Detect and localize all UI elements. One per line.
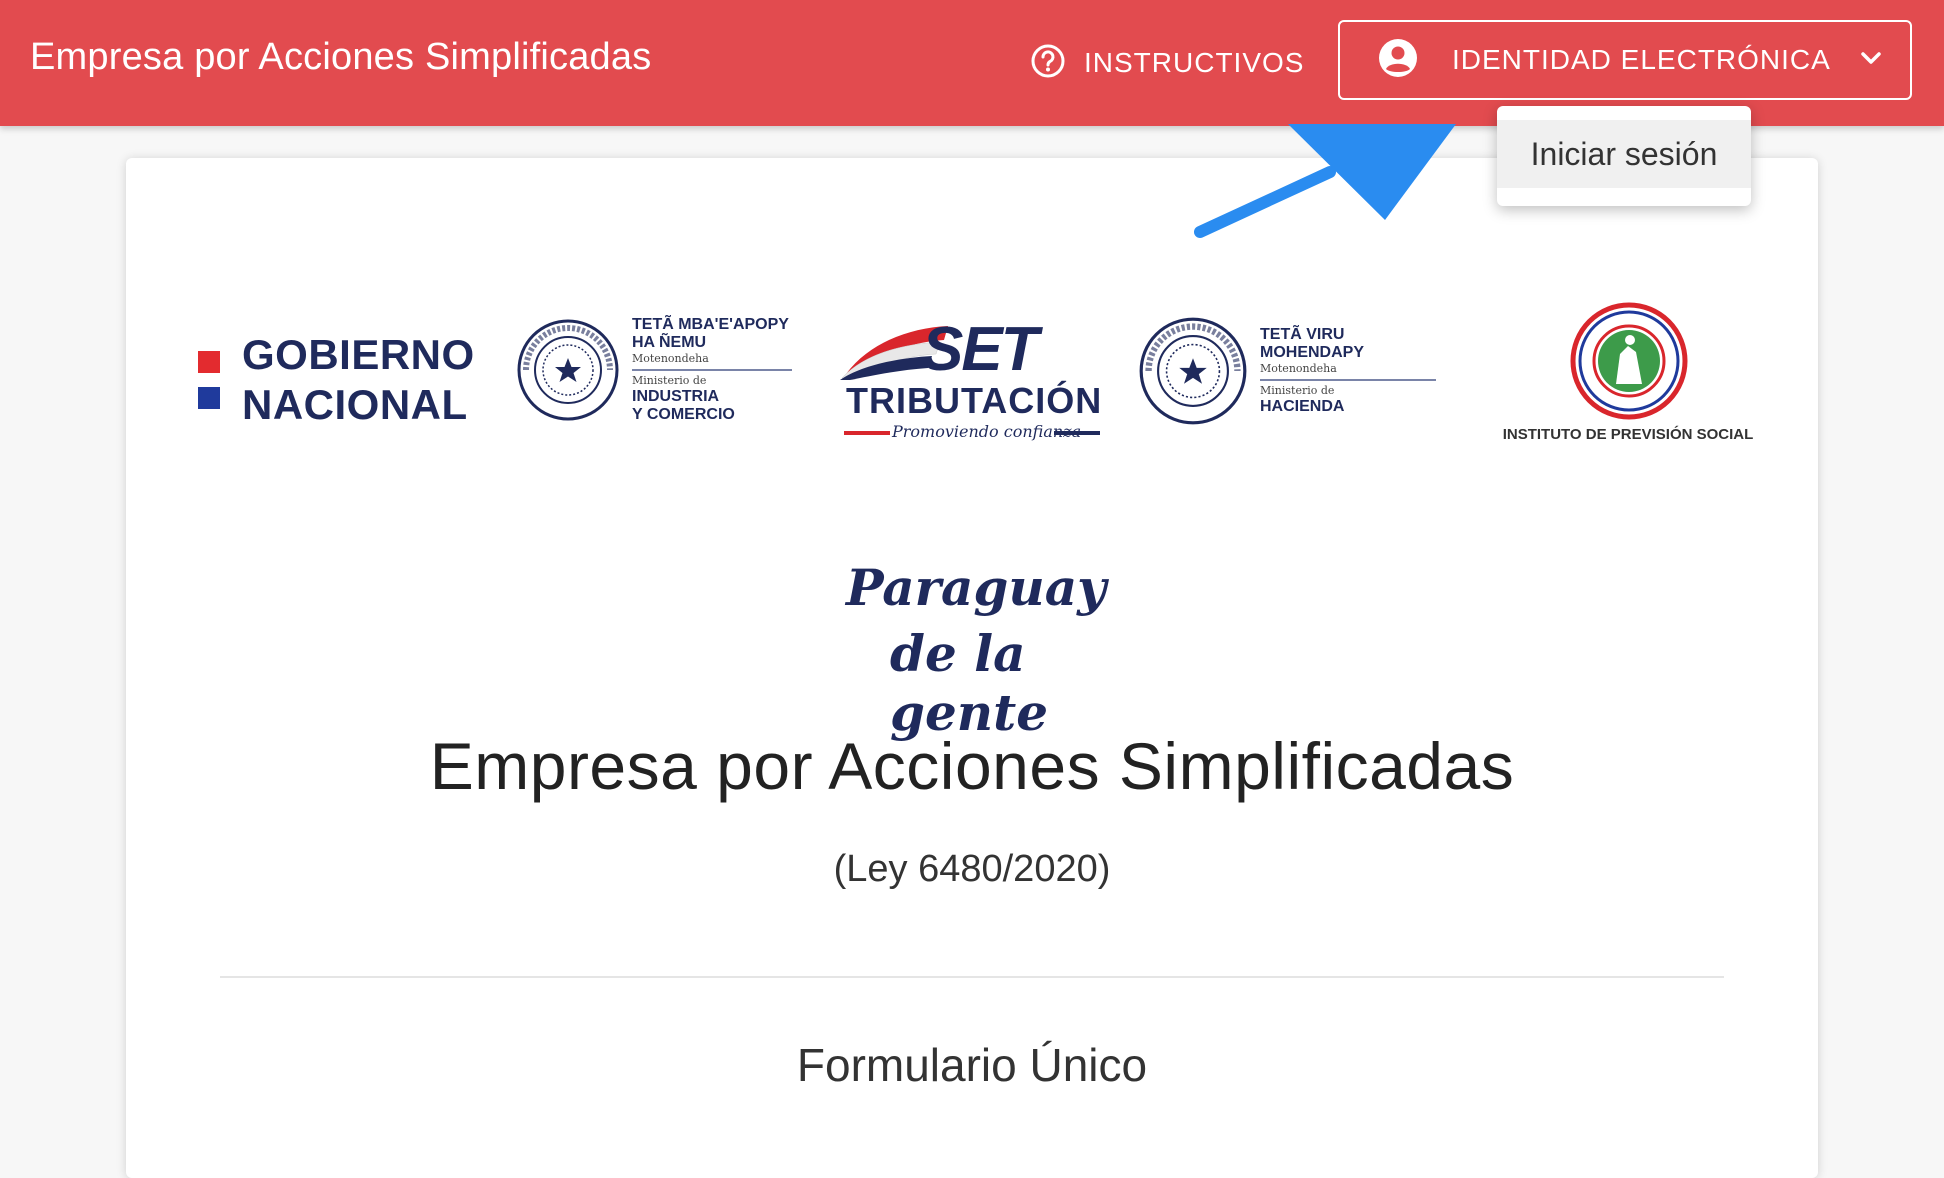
paraguay-de-la-gente-logo: Paraguay de la gente	[846, 558, 1146, 742]
gobierno-line1: GOBIERNO	[242, 331, 475, 378]
ips-caption: INSTITUTO DE PREVISIÓN SOCIAL	[1502, 426, 1754, 443]
set-brand: SET	[922, 315, 1039, 384]
instructivos-button[interactable]: INSTRUCTIVOS	[1030, 40, 1304, 86]
form-title: Formulario Único	[796, 1039, 1148, 1091]
ministerio-hacienda-logo: TETÃ VIRU MOHENDAPY Motenondeha Minister…	[1138, 316, 1436, 426]
ips-logo: INSTITUTO DE PREVISIÓN SOCIAL	[1478, 302, 1778, 443]
page-title: Empresa por Acciones Simplificadas	[429, 729, 1515, 803]
identity-dropdown-menu: Iniciar sesión	[1497, 106, 1751, 206]
set-lema: Promoviendo confianza	[892, 422, 1082, 441]
divider	[220, 976, 1724, 978]
annotation-arrow-icon	[1194, 124, 1456, 238]
gobierno-line2: NACIONAL	[242, 381, 468, 428]
hac-name: HACIENDA	[1260, 398, 1345, 415]
hac-guarani-2: MOHENDAPY	[1260, 344, 1365, 361]
mic-name-2: Y COMERCIO	[632, 406, 735, 423]
help-circle-icon	[1030, 43, 1066, 84]
mic-ministerio: Ministerio de	[632, 374, 707, 387]
national-seal-icon	[1139, 317, 1247, 425]
ips-seal-icon	[1570, 302, 1688, 420]
main-card: GOBIERNO NACIONAL TETÃ MBA'E'APOPY HA ÑE…	[126, 158, 1818, 1178]
ministerio-industria-logo: TETÃ MBA'E'APOPY HA ÑEMU Motenondeha Min…	[516, 316, 792, 424]
identity-menu-label: IDENTIDAD ELECTRÓNICA	[1452, 44, 1831, 75]
set-name: TRIBUTACIÓN	[846, 380, 1103, 421]
instructivos-label: INSTRUCTIVOS	[1084, 47, 1305, 78]
mic-motenondeha: Motenondeha	[632, 352, 709, 365]
paraguay-line1: Paraguay	[846, 558, 1107, 617]
hac-motenondeha: Motenondeha	[1260, 362, 1337, 375]
hac-ministerio: Ministerio de	[1260, 384, 1335, 397]
paraguay-line2: de la gente	[890, 624, 1049, 742]
mic-guarani-1: TETÃ MBA'E'APOPY	[632, 316, 789, 333]
account-circle-icon	[1378, 38, 1418, 83]
national-seal-icon	[517, 319, 619, 421]
menu-item-iniciar-sesion[interactable]: Iniciar sesión	[1497, 120, 1751, 188]
page-subtitle: (Ley 6480/2020)	[833, 848, 1111, 890]
mic-guarani-2: HA ÑEMU	[632, 334, 707, 351]
hac-guarani-1: TETÃ VIRU	[1260, 326, 1345, 343]
identity-menu-button[interactable]: IDENTIDAD ELECTRÓNICA	[1338, 20, 1912, 100]
set-tributacion-logo: SET TRIBUTACIÓN Promoviendo confianza	[840, 314, 1103, 441]
mic-name-1: INDUSTRIA	[632, 388, 720, 405]
gobierno-nacional-logo: GOBIERNO NACIONAL	[198, 330, 475, 430]
chevron-down-icon	[1857, 44, 1885, 77]
flag-squares-icon	[198, 351, 220, 409]
app-title: Empresa por Acciones Simplificadas	[30, 36, 652, 78]
